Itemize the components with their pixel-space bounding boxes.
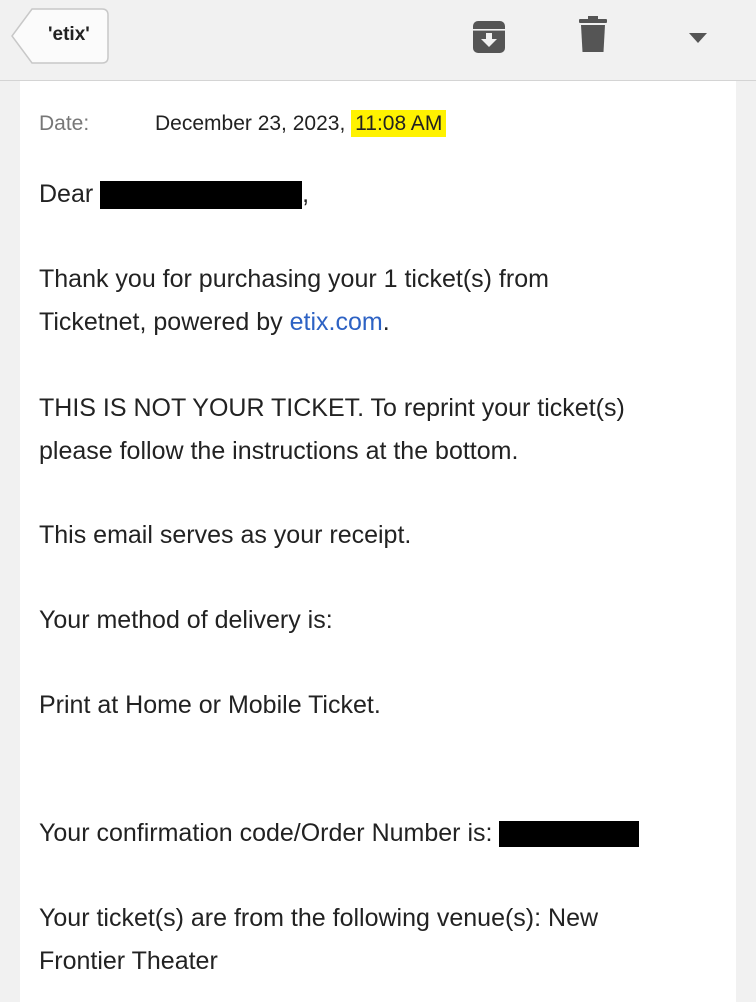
email-body: Date: December 23, 2023, 11:08 AM Dear , …: [20, 81, 736, 1002]
delivery-method: Print at Home or Mobile Ticket.: [39, 691, 381, 719]
greeting-comma: ,: [302, 180, 310, 208]
redacted-name: [100, 181, 303, 210]
thanks-suffix: .: [382, 308, 390, 336]
dropdown-icon[interactable]: [688, 32, 708, 44]
archive-icon[interactable]: [471, 19, 507, 55]
date-value: December 23, 2023,: [155, 112, 346, 135]
etix-link[interactable]: etix.com: [290, 308, 383, 336]
receipt-text: This email serves as your receipt.: [39, 521, 412, 549]
back-button-label: 'etix': [48, 24, 90, 45]
venue-text: Your ticket(s) are from the following ve…: [39, 904, 599, 975]
delivery-intro: Your method of delivery is:: [39, 606, 333, 634]
confirmation-text: Your confirmation code/Order Number is:: [39, 819, 493, 847]
time-value: 11:08 AM: [351, 110, 447, 137]
greeting-text: Dear: [39, 180, 94, 208]
confirmation-row: Your confirmation code/Order Number is:: [39, 812, 719, 855]
trash-icon[interactable]: [578, 15, 608, 53]
toolbar: 'etix': [0, 0, 756, 81]
greeting: Dear ,: [39, 173, 719, 216]
back-button[interactable]: 'etix': [10, 8, 110, 64]
not-ticket-notice: THIS IS NOT YOUR TICKET. To reprint your…: [39, 394, 625, 465]
thanks-paragraph: Thank you for purchasing your 1 ticket(s…: [39, 258, 639, 344]
date-label: Date:: [39, 112, 90, 135]
date-row: Date: December 23, 2023, 11:08 AM: [39, 109, 447, 139]
redacted-order-number: [499, 821, 640, 848]
